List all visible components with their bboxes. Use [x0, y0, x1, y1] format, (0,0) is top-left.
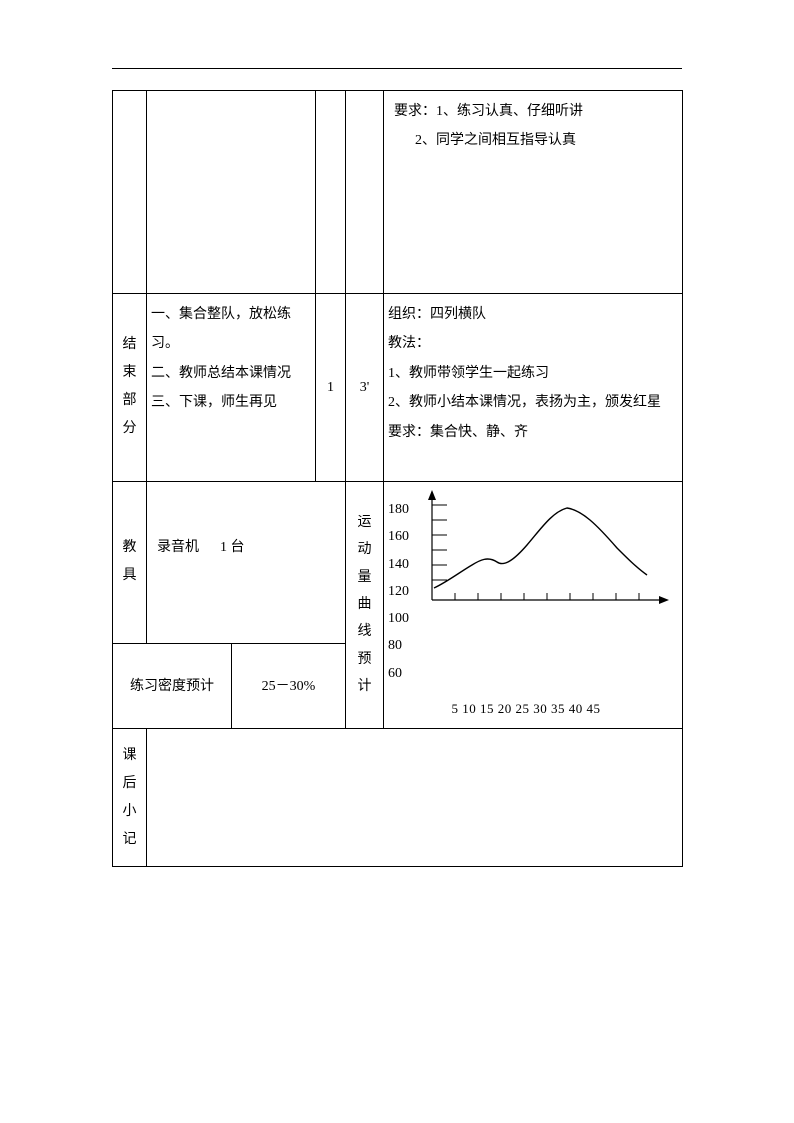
section-label-cell: 教具 [113, 482, 147, 644]
x-axis-labels: 5 10 15 20 25 30 35 40 45 [422, 640, 679, 722]
y-axis-cell: 180 160 140 120 100 80 60 [384, 482, 418, 729]
intensity-chart [422, 490, 692, 640]
times-cell: 1 [316, 294, 346, 482]
org-value: 四列横队 [430, 307, 486, 322]
blank-cell [147, 91, 316, 294]
y-axis-labels: 180 160 140 120 100 80 60 [388, 496, 414, 687]
table-row: 教具 录音机 1 台 运动量曲线预计 180 160 140 120 100 8… [113, 482, 683, 644]
equipment-name: 录音机 [157, 540, 199, 555]
curve-label-cell: 运动量曲线预计 [346, 482, 384, 729]
notes-label: 课后小记 [123, 742, 137, 854]
equipment-cell: 录音机 1 台 [147, 482, 346, 644]
header-rule [112, 68, 682, 69]
duration-value: 3' [360, 380, 370, 395]
table-row: 结束部分 一、集合整队，放松练习。 二、教师总结本课情况 三、下课，师生再见 1… [113, 294, 683, 482]
density-value: 25－30% [262, 679, 316, 694]
activities-cell: 一、集合整队，放松练习。 二、教师总结本课情况 三、下课，师生再见 [147, 294, 316, 482]
table-row: 课后小记 [113, 729, 683, 867]
density-label-cell: 练习密度预计 [113, 644, 232, 729]
equipment-label: 教具 [123, 534, 137, 590]
req-label: 要求： [388, 425, 430, 440]
org-label: 组织： [388, 307, 430, 322]
table-row: 要求：1、练习认真、仔细听讲 2、同学之间相互指导认真 [113, 91, 683, 294]
req-value: 集合快、静、齐 [430, 425, 528, 440]
equipment-qty: 1 台 [220, 540, 245, 555]
chart-svg [422, 490, 672, 620]
lesson-table: 要求：1、练习认真、仔细听讲 2、同学之间相互指导认真 结束部分 一、集合整队，… [112, 90, 683, 867]
requirements-cell: 要求：1、练习认真、仔细听讲 2、同学之间相互指导认真 [384, 91, 683, 294]
density-label: 练习密度预计 [130, 679, 214, 694]
times-value: 1 [327, 380, 334, 395]
notes-cell [147, 729, 683, 867]
section-label-cell: 结束部分 [113, 294, 147, 482]
method-item: 2、教师小结本课情况，表扬为主，颁发红星 [388, 388, 678, 417]
activity-item: 二、教师总结本课情况 [151, 359, 311, 388]
method-item: 1、教师带领学生一起练习 [388, 359, 678, 388]
chart-cell: 5 10 15 20 25 30 35 40 45 [418, 482, 683, 729]
duration-cell: 3' [346, 294, 384, 482]
activity-item: 三、下课，师生再见 [151, 388, 311, 417]
activity-item: 一、集合整队，放松练习。 [151, 300, 311, 359]
req-label: 要求： [394, 104, 436, 119]
org-method-cell: 组织：四列横队 教法： 1、教师带领学生一起练习 2、教师小结本课情况，表扬为主… [384, 294, 683, 482]
blank-cell [316, 91, 346, 294]
section-label-cell: 课后小记 [113, 729, 147, 867]
density-value-cell: 25－30% [232, 644, 346, 729]
curve-label: 运动量曲线预计 [358, 509, 372, 700]
req-item: 1、练习认真、仔细听讲 [436, 104, 583, 119]
lesson-plan-page: 要求：1、练习认真、仔细听讲 2、同学之间相互指导认真 结束部分 一、集合整队，… [0, 0, 794, 1123]
req-item: 2、同学之间相互指导认真 [415, 133, 576, 148]
method-label: 教法： [388, 329, 678, 358]
blank-cell [346, 91, 384, 294]
blank-cell [113, 91, 147, 294]
section-label: 结束部分 [123, 331, 137, 443]
